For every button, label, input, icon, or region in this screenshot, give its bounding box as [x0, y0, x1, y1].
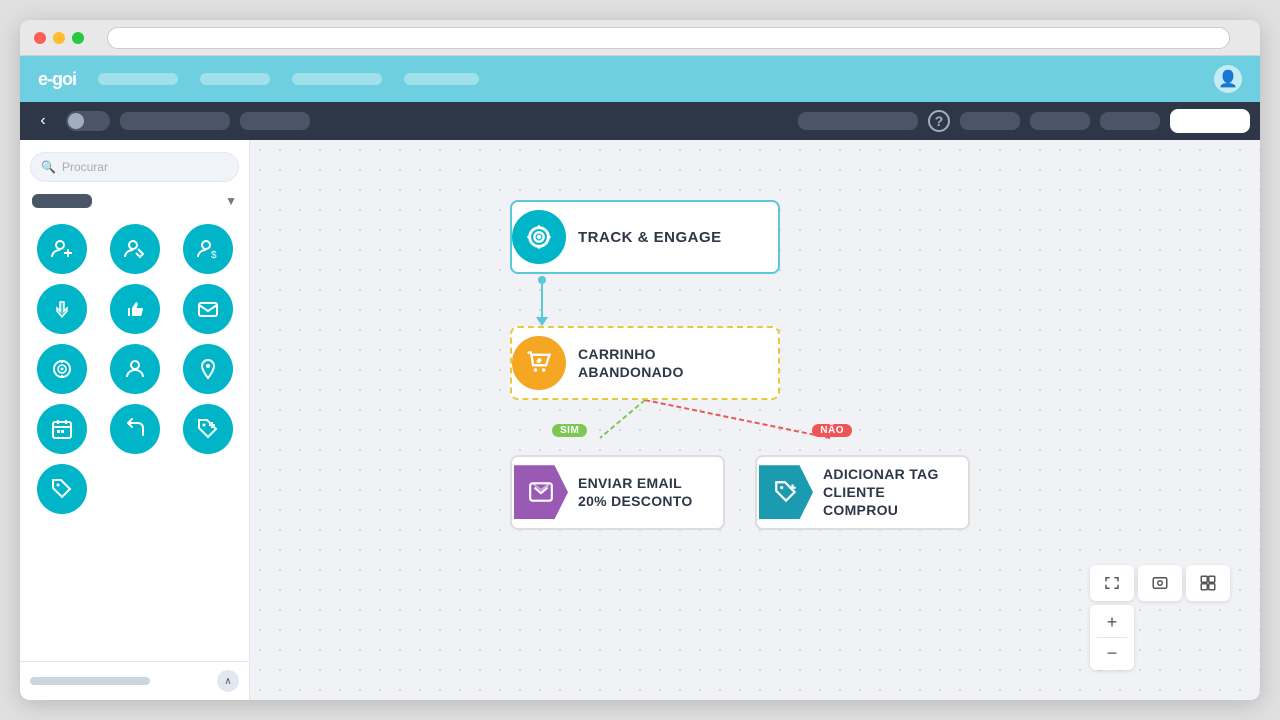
svg-text:$: $ [211, 250, 217, 261]
sidebar-item-track-engage[interactable] [37, 344, 87, 394]
toggle-switch[interactable] [66, 111, 110, 131]
toolbar-right: ? [798, 109, 1250, 133]
node-adicionar-tag[interactable]: ADICIONAR TAG CLIENTE COMPROU [755, 455, 970, 530]
app-logo: e-goi [38, 69, 76, 90]
avatar[interactable]: 👤 [1214, 65, 1242, 93]
nav-item-3[interactable] [292, 73, 382, 85]
tag-action-icon [759, 465, 813, 519]
flow-container: TRACK & ENGAGE [510, 200, 970, 530]
sidebar-item-email[interactable] [183, 284, 233, 334]
back-button[interactable]: ‹ [30, 108, 56, 134]
tag-action-label: ADICIONAR TAG CLIENTE COMPROU [823, 465, 954, 520]
track-engage-label: TRACK & ENGAGE [578, 229, 722, 246]
sidebar-item-like[interactable] [110, 284, 160, 334]
branch-sim-badge: SIM [552, 420, 587, 438]
help-button[interactable]: ? [928, 110, 950, 132]
track-engage-icon [512, 210, 566, 264]
toolbar-btn-3[interactable] [1100, 112, 1160, 130]
canvas-controls: + − [1090, 565, 1230, 670]
toolbar-btn-accent[interactable] [1170, 109, 1250, 133]
sidebar-scrollbar[interactable] [30, 677, 150, 685]
node-carrinho-abandonado[interactable]: CARRINHO ABANDONADO [510, 326, 780, 400]
zoom-out-button[interactable]: − [1094, 640, 1130, 666]
category-label [32, 194, 92, 208]
carrinho-icon [512, 336, 566, 390]
email-action-label: ENVIAR EMAIL 20% DESCONTO [578, 474, 693, 510]
search-icon: 🔍 [41, 160, 56, 174]
sidebar-item-monetize[interactable]: $ [183, 224, 233, 274]
branch-nao-badge: NÃO [812, 420, 852, 438]
search-placeholder: Procurar [62, 160, 108, 174]
email-action-icon [514, 465, 568, 519]
sidebar-item-add-contact[interactable] [37, 224, 87, 274]
icon-grid: $ [30, 220, 239, 518]
sidebar-icons: $ [20, 216, 249, 661]
sidebar-item-segment[interactable] [110, 344, 160, 394]
sidebar-category[interactable]: ▼ [20, 190, 249, 216]
screenshot-button[interactable] [1138, 565, 1182, 601]
nav-item-1[interactable] [98, 73, 178, 85]
sidebar-item-location[interactable] [183, 344, 233, 394]
nav-item-4[interactable] [404, 73, 479, 85]
collapse-button[interactable]: ∧ [217, 670, 239, 692]
sidebar-item-tag[interactable] [37, 464, 87, 514]
sidebar-item-add-tag[interactable] [183, 404, 233, 454]
close-button[interactable] [34, 32, 46, 44]
toolbar-status [798, 112, 918, 130]
toolbar-btn-1[interactable] [960, 112, 1020, 130]
canvas-area[interactable]: TRACK & ENGAGE [250, 140, 1260, 700]
zoom-controls: + − [1090, 605, 1134, 670]
sidebar-item-reply[interactable] [110, 404, 160, 454]
app-toolbar: ‹ ? [20, 102, 1260, 140]
minimize-button[interactable] [53, 32, 65, 44]
view-controls-row [1090, 565, 1230, 601]
app-body: 🔍 Procurar ▼ [20, 140, 1260, 700]
carrinho-label: CARRINHO ABANDONADO [578, 345, 684, 381]
sidebar: 🔍 Procurar ▼ [20, 140, 250, 700]
browser-titlebar [20, 20, 1260, 56]
node-track-engage[interactable]: TRACK & ENGAGE [510, 200, 780, 274]
avatar-icon: 👤 [1218, 69, 1238, 89]
maximize-button[interactable] [72, 32, 84, 44]
sidebar-bottom: ∧ [20, 661, 249, 700]
address-bar[interactable] [107, 27, 1230, 49]
collapse-icon: ∧ [224, 676, 231, 687]
action-nodes-row: ENVIAR EMAIL 20% DESCONTO [510, 455, 970, 530]
browser-window: e-goi 👤 ‹ ? 🔍 Procur [20, 20, 1260, 700]
fit-screen-button[interactable] [1090, 565, 1134, 601]
search-box[interactable]: 🔍 Procurar [30, 152, 239, 182]
layout-button[interactable] [1186, 565, 1230, 601]
toolbar-breadcrumb-2 [240, 112, 310, 130]
sidebar-item-calendar[interactable] [37, 404, 87, 454]
node-enviar-email[interactable]: ENVIAR EMAIL 20% DESCONTO [510, 455, 725, 530]
category-arrow-icon: ▼ [225, 194, 237, 208]
toolbar-btn-2[interactable] [1030, 112, 1090, 130]
zoom-in-button[interactable]: + [1094, 609, 1130, 635]
toolbar-breadcrumb-1 [120, 112, 230, 130]
nav-item-2[interactable] [200, 73, 270, 85]
sidebar-search: 🔍 Procurar [20, 140, 249, 190]
app-header: e-goi 👤 [20, 56, 1260, 102]
sidebar-item-edit-contact[interactable] [110, 224, 160, 274]
zoom-divider [1097, 637, 1127, 638]
sidebar-item-trigger[interactable] [37, 284, 87, 334]
